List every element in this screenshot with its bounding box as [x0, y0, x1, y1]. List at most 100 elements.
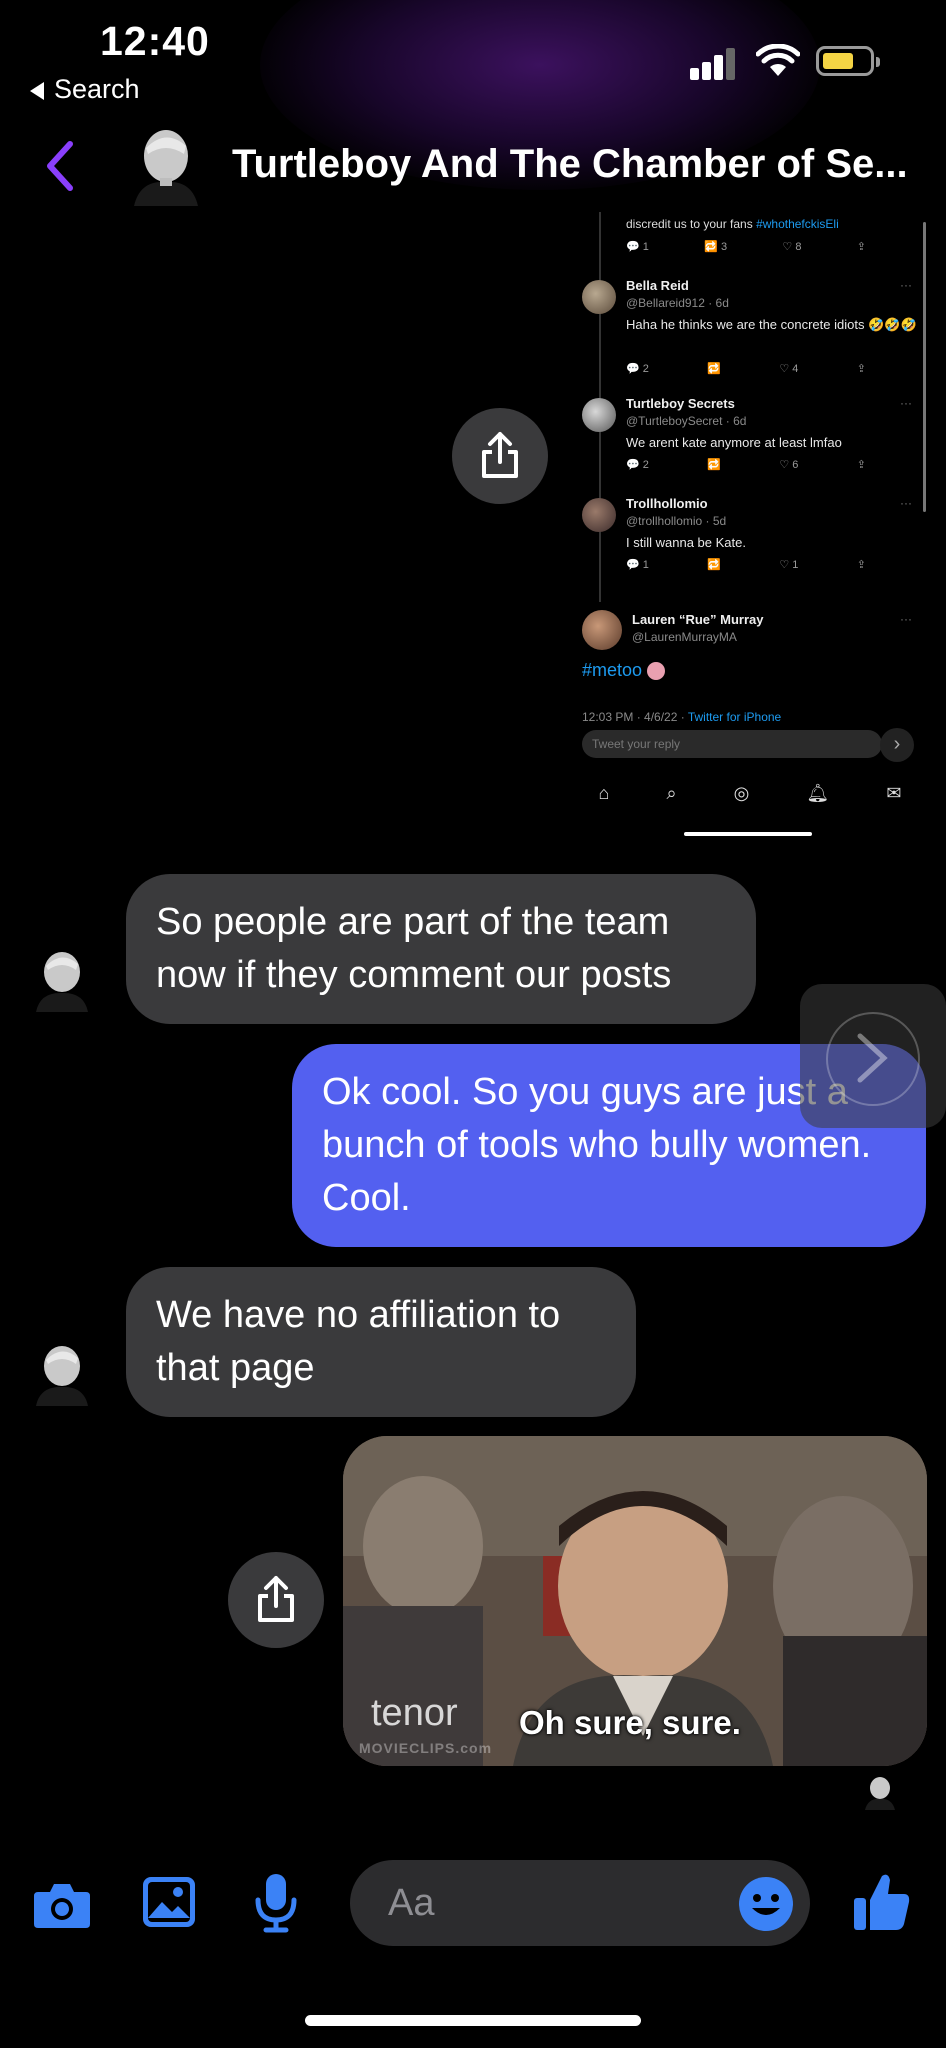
reply-count: 1 — [642, 559, 649, 571]
retweet-action[interactable]: 🔁 — [707, 362, 721, 375]
retweet-action[interactable]: 🔁 — [707, 458, 721, 471]
gif-message[interactable]: tenor MOVIECLIPS.com Oh sure, sure. — [343, 1436, 927, 1766]
more-icon[interactable]: ··· — [900, 278, 912, 292]
share-icon[interactable]: ⇪ — [857, 558, 866, 571]
home-icon[interactable]: ⌂ — [599, 783, 610, 804]
like-action[interactable]: ♡ 4 — [779, 362, 798, 375]
contact-avatar[interactable] — [126, 126, 202, 206]
message-bubble-incoming[interactable]: We have no affiliation to that page — [126, 1267, 636, 1417]
like-count: 8 — [795, 241, 802, 253]
sender-avatar[interactable] — [30, 1342, 90, 1406]
search-icon[interactable]: ⌕ — [666, 783, 676, 804]
tweet-handle: @Bellareid912 · 6d — [626, 296, 729, 310]
share-icon[interactable]: ⇪ — [857, 458, 866, 471]
share-icon[interactable]: ⇪ — [857, 362, 866, 375]
tweet-handle: @trollhollomio · 5d — [626, 514, 727, 528]
hashtag-text: #metoo — [582, 660, 643, 680]
battery-icon — [816, 46, 880, 76]
author-handle: @LaurenMurrayMA — [632, 630, 737, 644]
gallery-icon[interactable] — [140, 1874, 198, 1930]
chevron-right-icon — [857, 1033, 888, 1083]
tweet-text: We arent kate anymore at least lmfao — [626, 435, 842, 450]
retweet-action[interactable]: 🔁 3 — [704, 240, 727, 253]
tweet-actions: 💬 1 🔁 ♡ 1 ⇪ — [626, 558, 866, 571]
reply-action[interactable]: 💬 1 — [626, 558, 649, 571]
tweet-item[interactable]: Bella Reid @Bellareid912 · 6d ··· Haha h… — [570, 276, 930, 386]
microphone-icon[interactable] — [254, 1872, 298, 1934]
shared-tweet-screenshot[interactable]: discredit us to your fans #whothefckisEl… — [570, 212, 930, 852]
tenor-logo: tenor — [371, 1692, 458, 1734]
tweet-avatar — [582, 398, 616, 432]
top-tweet-text: discredit us to your fans #whothefckisEl… — [626, 217, 926, 231]
reply-action[interactable]: 💬 2 — [626, 362, 649, 375]
tweet-source-link[interactable]: Twitter for iPhone — [688, 710, 781, 724]
like-thumb-icon[interactable] — [852, 1870, 912, 1934]
emoji-icon — [647, 662, 666, 681]
wifi-icon — [756, 44, 800, 76]
tweet-avatar — [582, 280, 616, 314]
messages-icon[interactable]: ✉ — [886, 783, 901, 804]
reply-placeholder: Tweet your reply — [592, 737, 681, 751]
back-triangle-icon — [30, 81, 44, 100]
next-screenshot-button[interactable] — [800, 984, 946, 1128]
like-action[interactable]: ♡ 1 — [779, 558, 798, 571]
read-receipt-avatar — [865, 1777, 895, 1810]
tweet-avatar — [582, 498, 616, 532]
back-chevron-icon[interactable] — [42, 140, 78, 192]
author-name: Lauren “Rue” Murray — [632, 612, 764, 627]
share-button[interactable] — [228, 1552, 324, 1648]
cellular-signal-icon — [690, 48, 738, 80]
tweet-reply-field[interactable]: Tweet your reply — [582, 730, 882, 758]
back-app-label: Search — [54, 74, 140, 104]
retweet-count: 3 — [720, 241, 728, 253]
tweet-handle: @TurtleboySecret · 6d — [626, 414, 747, 428]
more-icon[interactable]: ··· — [900, 612, 912, 626]
tweet-text: I still wanna be Kate. — [626, 535, 746, 550]
message-input[interactable] — [386, 1880, 720, 1926]
gif-watermark: MOVIECLIPS.com — [359, 1740, 493, 1756]
top-tweet-body: discredit us to your fans — [626, 217, 757, 231]
more-icon[interactable]: ··· — [900, 396, 912, 410]
tweet-author: Trollhollomio — [626, 496, 708, 511]
chat-title[interactable]: Turtleboy And The Chamber of Se... — [232, 142, 942, 187]
retweet-action[interactable]: 🔁 — [707, 558, 721, 571]
like-count: 1 — [792, 559, 799, 571]
like-count: 4 — [792, 363, 799, 375]
reply-count: 1 — [642, 241, 649, 253]
status-time: 12:40 — [100, 18, 210, 64]
tweet-author: Turtleboy Secrets — [626, 396, 735, 411]
reply-action[interactable]: 💬 1 — [626, 240, 649, 253]
more-icon[interactable]: ··· — [900, 496, 912, 510]
tweet-text: Haha he thinks we are the concrete idiot… — [626, 317, 917, 332]
home-indicator — [305, 2015, 641, 2026]
tweet-item[interactable]: Turtleboy Secrets @TurtleboySecret · 6d … — [570, 394, 930, 494]
top-tweet-actions: 💬 1 🔁 3 ♡ 8 ⇪ — [626, 240, 866, 253]
like-action[interactable]: ♡ 8 — [782, 240, 801, 253]
share-icon[interactable]: ⇪ — [857, 240, 866, 253]
share-icon — [482, 432, 518, 478]
main-tweet-hashtag[interactable]: #metoo — [582, 660, 666, 681]
tweet-timestamp: 12:03 PM · 4/6/22 · Twitter for iPhone — [582, 710, 781, 724]
tweet-item[interactable]: Trollhollomio @trollhollomio · 5d ··· I … — [570, 494, 930, 594]
author-avatar — [582, 610, 622, 650]
twitter-tab-bar: ⌂ ⌕ ◎ 🔔︎ ✉ — [570, 778, 930, 808]
back-to-app-link[interactable]: Search — [30, 74, 140, 105]
screenshot-home-indicator — [684, 832, 812, 836]
sender-avatar[interactable] — [30, 948, 90, 1012]
gif-caption: Oh sure, sure. — [519, 1704, 741, 1741]
camera-icon[interactable] — [32, 1880, 92, 1930]
like-action[interactable]: ♡ 6 — [779, 458, 798, 471]
message-composer[interactable] — [350, 1860, 810, 1946]
top-tweet-hashtag[interactable]: #whothefckisEli — [756, 217, 839, 231]
notifications-icon[interactable]: 🔔︎ — [806, 783, 829, 804]
emoji-icon[interactable] — [738, 1876, 794, 1932]
share-button[interactable] — [452, 408, 548, 504]
reply-count: 2 — [642, 459, 649, 471]
spaces-icon[interactable]: ◎ — [734, 783, 750, 804]
message-bubble-incoming[interactable]: So people are part of the team now if th… — [126, 874, 756, 1024]
share-icon — [258, 1576, 294, 1622]
main-tweet-author[interactable]: Lauren “Rue” Murray @LaurenMurrayMA ··· — [570, 600, 930, 650]
chevron-right-icon[interactable]: › — [880, 728, 914, 762]
like-count: 6 — [792, 459, 799, 471]
reply-action[interactable]: 💬 2 — [626, 458, 649, 471]
